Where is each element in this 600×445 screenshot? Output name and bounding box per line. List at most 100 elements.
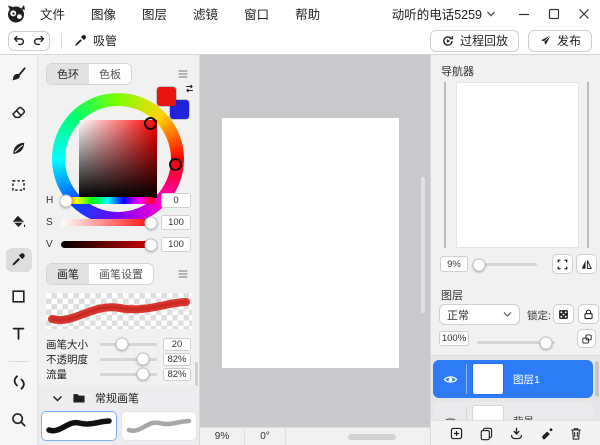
canvas-area[interactable]: 9% 0°: [200, 55, 430, 445]
rotation-angle[interactable]: 0°: [245, 428, 286, 445]
lock-alpha-button[interactable]: [553, 304, 574, 324]
close-button[interactable]: [578, 8, 590, 20]
brush-stroke-preview: [46, 293, 192, 329]
brush-size-value[interactable]: 20: [163, 337, 191, 351]
menu-help[interactable]: 帮助: [295, 4, 320, 23]
eyedropper-tool-button[interactable]: [5, 247, 32, 272]
brush-size-slider[interactable]: [100, 337, 157, 351]
layer-opacity-handle[interactable]: [539, 336, 553, 349]
navigator-preview[interactable]: [456, 82, 579, 248]
brush-opacity-value[interactable]: 82%: [163, 352, 191, 366]
curve-tool-button[interactable]: [6, 371, 32, 395]
blend-mode-dropdown[interactable]: 正常: [439, 304, 520, 325]
layer-row-selected[interactable]: 图层1: [433, 360, 593, 398]
maximize-button[interactable]: [548, 8, 560, 20]
select-tool-button[interactable]: [6, 173, 32, 197]
smudge-tool-button[interactable]: [6, 136, 32, 160]
value-slider-handle[interactable]: [144, 238, 158, 251]
brush-group-header[interactable]: 常规画笔: [38, 390, 195, 406]
minimize-button[interactable]: [518, 8, 530, 20]
hue-slider-handle[interactable]: [59, 194, 73, 207]
document-title-dropdown[interactable]: 动听的电话5259: [392, 4, 496, 23]
navigator-title: 导航器: [441, 66, 474, 78]
clear-layer-icon[interactable]: [539, 426, 554, 441]
process-replay-button[interactable]: 过程回放: [429, 29, 519, 52]
hue-selector[interactable]: [169, 158, 182, 171]
layers-title: 图层: [441, 290, 463, 302]
value-slider[interactable]: [61, 238, 158, 251]
current-tool-indicator[interactable]: 吸管: [73, 32, 117, 49]
layer-row-divider: [466, 364, 467, 394]
value-value[interactable]: 100: [161, 237, 191, 252]
value-label: V: [46, 239, 53, 250]
publish-button[interactable]: 发布: [527, 29, 592, 52]
tab-color-palette[interactable]: 色板: [89, 64, 131, 84]
hue-slider[interactable]: [59, 194, 155, 207]
eraser-icon: [10, 103, 27, 120]
layer-list-scrollbar[interactable]: [595, 361, 599, 397]
brush-opacity-handle[interactable]: [136, 352, 150, 366]
brush-tool-button[interactable]: [6, 62, 32, 86]
add-layer-icon[interactable]: [449, 426, 464, 441]
saturation-slider[interactable]: [61, 216, 158, 229]
foreground-color-swatch[interactable]: [157, 87, 176, 106]
brush-opacity-slider[interactable]: [100, 352, 157, 366]
color-panel-menu-button[interactable]: [176, 67, 190, 81]
zoom-tool-button[interactable]: [6, 408, 32, 432]
sv-selector[interactable]: [144, 117, 157, 130]
saturation-value-square[interactable]: [79, 120, 157, 198]
left-panel-scrollbar[interactable]: [195, 362, 198, 386]
eraser-tool-button[interactable]: [6, 99, 32, 123]
menu-filter[interactable]: 滤镜: [193, 4, 218, 23]
brush-flow-value[interactable]: 82%: [163, 367, 191, 381]
zoom-level[interactable]: 9%: [200, 428, 245, 445]
text-icon: [10, 325, 27, 342]
duplicate-layer-icon[interactable]: [479, 426, 494, 441]
redo-button[interactable]: [29, 32, 49, 50]
canvas-horizontal-scrollbar[interactable]: [347, 434, 396, 440]
tab-brush[interactable]: 画笔: [47, 264, 89, 284]
tab-color-wheel[interactable]: 色环: [47, 64, 89, 84]
canvas-vertical-scrollbar[interactable]: [421, 177, 425, 313]
layer-opacity-value[interactable]: 100%: [439, 331, 469, 346]
menu-layer[interactable]: 图层: [142, 4, 167, 23]
blend-mode-value: 正常: [447, 309, 469, 322]
clipping-mask-button[interactable]: [577, 329, 596, 348]
canvas-horizontal-scrollbar-track[interactable]: [286, 428, 430, 445]
menu-window[interactable]: 窗口: [244, 4, 269, 23]
merge-down-icon[interactable]: [509, 426, 524, 441]
swap-colors-icon[interactable]: [184, 83, 195, 94]
shape-icon: [10, 288, 27, 305]
navigator-zoom-handle[interactable]: [472, 258, 486, 271]
menu-image[interactable]: 图像: [91, 4, 116, 23]
hue-value[interactable]: 0: [161, 193, 191, 208]
saturation-value[interactable]: 100: [161, 215, 191, 230]
eye-icon[interactable]: [443, 373, 458, 386]
text-tool-button[interactable]: [6, 322, 32, 346]
navigator-zoom-slider[interactable]: [472, 258, 537, 271]
brush-preset-2[interactable]: [121, 411, 197, 441]
flip-view-button[interactable]: [576, 254, 597, 274]
fill-tool-button[interactable]: [6, 210, 32, 234]
brush-panel-menu-button[interactable]: [176, 267, 190, 281]
brush-library: 常规画笔: [38, 385, 199, 445]
brush-size-handle[interactable]: [115, 337, 129, 351]
delete-layer-icon[interactable]: [569, 426, 583, 441]
flip-icon: [580, 258, 593, 271]
checkerboard-icon: [557, 308, 570, 321]
layer-opacity-slider[interactable]: [477, 336, 555, 349]
brush-preset-1[interactable]: [41, 411, 117, 441]
brush-flow-slider[interactable]: [100, 367, 157, 381]
chevron-down-icon: [503, 311, 512, 318]
shape-tool-button[interactable]: [6, 285, 32, 309]
undo-button[interactable]: [9, 32, 29, 50]
menu-file[interactable]: 文件: [40, 4, 65, 23]
brush-flow-handle[interactable]: [136, 367, 150, 381]
layer-row[interactable]: 背景: [433, 402, 593, 420]
tab-brush-settings[interactable]: 画笔设置: [89, 264, 153, 284]
fit-view-button[interactable]: [552, 254, 573, 274]
lock-layer-button[interactable]: [578, 304, 599, 324]
navigator-zoom-value[interactable]: 9%: [440, 256, 468, 272]
canvas[interactable]: [222, 118, 399, 368]
saturation-slider-handle[interactable]: [144, 216, 158, 229]
